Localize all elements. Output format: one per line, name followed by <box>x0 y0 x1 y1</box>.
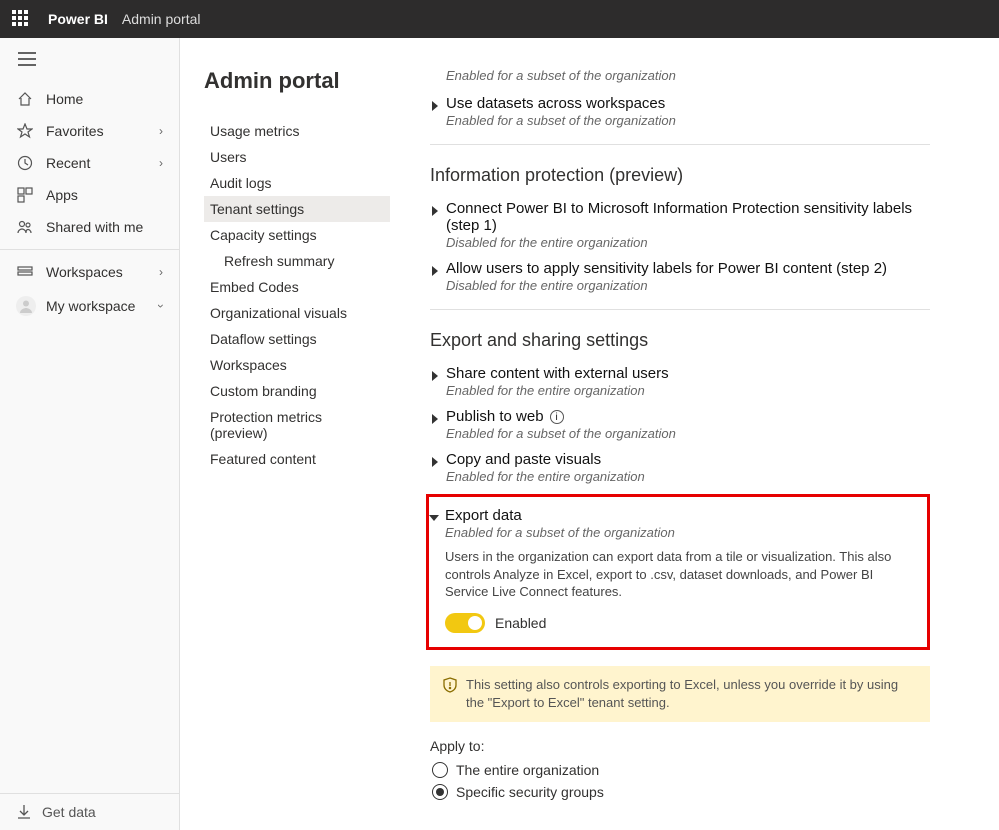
shield-icon <box>442 677 458 698</box>
menu-dataflow-settings[interactable]: Dataflow settings <box>204 326 390 352</box>
radio-entire-org[interactable]: The entire organization <box>432 762 930 778</box>
menu-tenant-settings[interactable]: Tenant settings <box>204 196 390 222</box>
nav-recent[interactable]: Recent › <box>0 147 179 179</box>
enabled-toggle[interactable] <box>445 613 485 633</box>
setting-use-datasets[interactable]: Use datasets across workspaces Enabled f… <box>430 95 930 128</box>
nav-my-workspace[interactable]: My workspace › <box>0 288 179 324</box>
nav-label: Favorites <box>46 123 159 139</box>
note-text: This setting also controls exporting to … <box>466 676 918 712</box>
caret-down-icon[interactable] <box>429 510 445 526</box>
left-nav: Home Favorites › Recent › Apps Shared wi… <box>0 38 180 830</box>
clock-icon <box>16 155 34 171</box>
setting-status: Disabled for the entire organization <box>446 278 930 293</box>
avatar-icon <box>16 296 36 316</box>
info-note: This setting also controls exporting to … <box>430 666 930 722</box>
get-data-button[interactable]: Get data <box>0 793 179 830</box>
menu-usage-metrics[interactable]: Usage metrics <box>204 118 390 144</box>
section-label: Admin portal <box>122 11 201 27</box>
page-title: Admin portal <box>204 68 390 94</box>
radio-icon <box>432 762 448 778</box>
settings-content: Enabled for a subset of the organization… <box>390 38 999 830</box>
setting-export-data[interactable]: Export data Enabled for a subset of the … <box>429 507 915 540</box>
setting-status: Enabled for a subset of the organization <box>445 525 915 540</box>
apps-icon <box>16 187 34 203</box>
nav-apps[interactable]: Apps <box>0 179 179 211</box>
top-bar: Power BI Admin portal <box>0 0 999 38</box>
apply-to-section: Apply to: The entire organization Specif… <box>430 738 930 800</box>
setting-title: Use datasets across workspaces <box>446 95 930 112</box>
menu-organizational-visuals[interactable]: Organizational visuals <box>204 300 390 326</box>
nav-shared[interactable]: Shared with me <box>0 211 179 243</box>
brand-label: Power BI <box>48 11 108 27</box>
setting-apply-labels[interactable]: Allow users to apply sensitivity labels … <box>430 260 930 293</box>
menu-audit-logs[interactable]: Audit logs <box>204 170 390 196</box>
setting-description: Users in the organization can export dat… <box>445 548 915 601</box>
setting-status: Disabled for the entire organization <box>446 235 930 250</box>
nav-label: Workspaces <box>46 264 159 280</box>
setting-status: Enabled for the entire organization <box>446 469 930 484</box>
caret-right-icon[interactable] <box>430 98 446 114</box>
setting-status: Enabled for a subset of the organization <box>446 68 930 83</box>
chevron-right-icon: › <box>159 265 163 279</box>
nav-label: Apps <box>46 187 163 203</box>
nav-home[interactable]: Home <box>0 83 179 115</box>
chevron-right-icon: › <box>159 156 163 170</box>
get-data-icon <box>16 804 32 820</box>
setting-title: Connect Power BI to Microsoft Informatio… <box>446 200 930 234</box>
menu-protection-metrics[interactable]: Protection metrics (preview) <box>204 404 390 446</box>
setting-copy-paste[interactable]: Copy and paste visuals Enabled for the e… <box>430 451 930 484</box>
setting-title: Export data <box>445 507 915 524</box>
setting-title: Publish to webi <box>446 408 930 425</box>
setting-status: Enabled for a subset of the organization <box>446 426 930 441</box>
shared-icon <box>16 219 34 235</box>
setting-status: Enabled for a subset of the organization <box>446 113 930 128</box>
radio-specific-groups[interactable]: Specific security groups <box>432 784 930 800</box>
toggle-label: Enabled <box>495 615 546 631</box>
info-icon[interactable]: i <box>550 410 564 424</box>
nav-label: Shared with me <box>46 219 163 235</box>
nav-workspaces[interactable]: Workspaces › <box>0 256 179 288</box>
section-export-sharing: Export and sharing settings <box>430 330 930 351</box>
star-icon <box>16 123 34 139</box>
setting-connect-mip[interactable]: Connect Power BI to Microsoft Informatio… <box>430 200 930 250</box>
home-icon <box>16 91 34 107</box>
chevron-down-icon: › <box>154 304 168 308</box>
menu-custom-branding[interactable]: Custom branding <box>204 378 390 404</box>
menu-embed-codes[interactable]: Embed Codes <box>204 274 390 300</box>
setting-title: Share content with external users <box>446 365 930 382</box>
caret-right-icon[interactable] <box>430 203 446 219</box>
nav-favorites[interactable]: Favorites › <box>0 115 179 147</box>
menu-workspaces[interactable]: Workspaces <box>204 352 390 378</box>
setting-publish-web[interactable]: Publish to webi Enabled for a subset of … <box>430 408 930 441</box>
chevron-right-icon: › <box>159 124 163 138</box>
caret-right-icon[interactable] <box>430 368 446 384</box>
radio-label: The entire organization <box>456 762 599 778</box>
export-data-highlight: Export data Enabled for a subset of the … <box>426 494 930 650</box>
menu-refresh-summary[interactable]: Refresh summary <box>204 248 390 274</box>
radio-label: Specific security groups <box>456 784 604 800</box>
nav-label: Home <box>46 91 163 107</box>
hamburger-icon[interactable] <box>0 38 179 83</box>
caret-right-icon[interactable] <box>430 411 446 427</box>
menu-featured-content[interactable]: Featured content <box>204 446 390 472</box>
setting-title: Copy and paste visuals <box>446 451 930 468</box>
get-data-label: Get data <box>42 804 96 820</box>
nav-label: My workspace <box>46 298 159 314</box>
menu-capacity-settings[interactable]: Capacity settings <box>204 222 390 248</box>
workspaces-icon <box>16 264 34 280</box>
apply-to-label: Apply to: <box>430 738 930 754</box>
nav-label: Recent <box>46 155 159 171</box>
caret-right-icon[interactable] <box>430 263 446 279</box>
setting-title: Allow users to apply sensitivity labels … <box>446 260 930 277</box>
setting-share-external[interactable]: Share content with external users Enable… <box>430 365 930 398</box>
setting-status: Enabled for the entire organization <box>446 383 930 398</box>
caret-right-icon[interactable] <box>430 454 446 470</box>
radio-icon <box>432 784 448 800</box>
menu-users[interactable]: Users <box>204 144 390 170</box>
section-information-protection: Information protection (preview) <box>430 165 930 186</box>
admin-menu: Admin portal Usage metrics Users Audit l… <box>180 38 390 830</box>
app-launcher-icon[interactable] <box>12 10 30 28</box>
